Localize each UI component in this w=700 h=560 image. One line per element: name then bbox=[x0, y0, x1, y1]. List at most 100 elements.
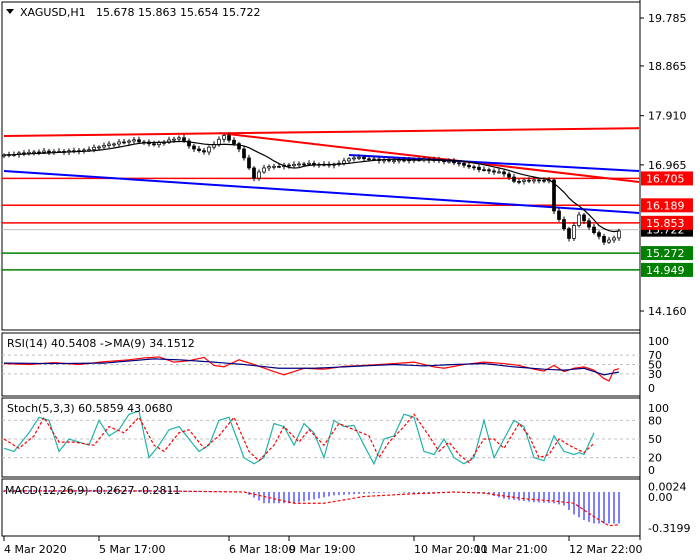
candle-body bbox=[527, 179, 531, 182]
candle-body bbox=[342, 160, 346, 164]
candle-body bbox=[462, 162, 466, 166]
candle-body bbox=[497, 171, 501, 174]
candle-body bbox=[92, 146, 96, 150]
candle-body bbox=[617, 230, 621, 239]
candle-body bbox=[262, 167, 266, 173]
candle-body bbox=[287, 164, 291, 167]
indicator-tick-label: 20 bbox=[648, 452, 662, 465]
price-tick-label: 14.160 bbox=[648, 305, 687, 318]
candle-body bbox=[572, 225, 576, 239]
candle-body bbox=[602, 235, 606, 243]
candle-body bbox=[607, 239, 611, 243]
candle-body bbox=[47, 150, 51, 153]
candle-body bbox=[217, 138, 221, 145]
time-tick-label: 5 Mar 17:00 bbox=[99, 543, 165, 556]
indicator-tick-label: 100 bbox=[648, 402, 669, 415]
candle-body bbox=[292, 164, 296, 167]
price-tick-label: 17.910 bbox=[648, 110, 687, 123]
candle-body bbox=[587, 220, 591, 228]
candle-body bbox=[272, 165, 276, 168]
candle-body bbox=[97, 146, 101, 149]
candle-body bbox=[492, 170, 496, 173]
candle-body bbox=[532, 179, 536, 182]
candle-body bbox=[347, 158, 351, 162]
candle-body bbox=[177, 137, 181, 140]
candle-body bbox=[297, 163, 301, 166]
candle-body bbox=[232, 139, 236, 144]
rsi-legend: RSI(14) 40.5408 ->MA(9) 34.1512 bbox=[7, 337, 195, 350]
candle-body bbox=[277, 165, 281, 168]
candle-body bbox=[577, 214, 581, 226]
candle-body bbox=[227, 135, 231, 141]
candle-body bbox=[172, 138, 176, 141]
candle-body bbox=[137, 139, 141, 143]
candle-body bbox=[592, 226, 596, 233]
indicator-tick-label: 100 bbox=[648, 335, 669, 348]
candle-body bbox=[502, 171, 506, 175]
candle-body bbox=[557, 210, 561, 220]
candle-body bbox=[242, 148, 246, 159]
candle-body bbox=[392, 160, 396, 162]
candle-body bbox=[567, 228, 571, 239]
candle-body bbox=[247, 157, 251, 169]
indicator-tick-label: 0.00 bbox=[648, 491, 673, 504]
candle-body bbox=[472, 166, 476, 169]
candle-body bbox=[537, 179, 541, 182]
candle-body bbox=[222, 135, 226, 140]
ohlc-low: 15.654 bbox=[180, 6, 219, 19]
candle-body bbox=[132, 139, 136, 142]
candle-body bbox=[197, 148, 201, 151]
stoch-legend: Stoch(5,3,3) 60.5859 43.0680 bbox=[7, 402, 173, 415]
candle-body bbox=[517, 181, 521, 183]
candle-body bbox=[467, 164, 471, 168]
candle-body bbox=[522, 179, 526, 182]
indicator-tick-label: 0 bbox=[648, 464, 655, 477]
candle-body bbox=[512, 176, 516, 182]
candle-body bbox=[102, 145, 106, 148]
candle-body bbox=[127, 140, 131, 143]
time-tick-label: 4 Mar 2020 bbox=[4, 543, 67, 556]
indicator-tick-label: 50 bbox=[648, 433, 662, 446]
candle-body bbox=[362, 156, 366, 160]
candle-body bbox=[157, 142, 161, 145]
candle-body bbox=[182, 137, 186, 142]
candle-body bbox=[612, 237, 616, 241]
candle-body bbox=[192, 145, 196, 150]
price-level-tag-label: 15.272 bbox=[646, 247, 685, 260]
candle-body bbox=[32, 151, 36, 154]
candle-body bbox=[442, 160, 446, 163]
candle-body bbox=[457, 162, 461, 165]
candle-body bbox=[452, 160, 456, 164]
candle-body bbox=[357, 156, 361, 159]
time-tick-label: 9 Mar 19:00 bbox=[289, 543, 355, 556]
candle-body bbox=[307, 162, 311, 165]
price-tick-label: 19.785 bbox=[648, 12, 687, 25]
indicator-tick-label: 80 bbox=[648, 414, 662, 427]
price-level-tag-label: 16.705 bbox=[646, 172, 685, 185]
ohlc-close: 15.722 bbox=[222, 6, 261, 19]
candle-body bbox=[267, 166, 271, 169]
candle-body bbox=[582, 214, 586, 222]
price-tick-label: 16.965 bbox=[648, 159, 687, 172]
candle-body bbox=[107, 143, 111, 146]
candle-body bbox=[507, 173, 511, 178]
candle-body bbox=[257, 171, 261, 179]
price-level-tag-label: 16.189 bbox=[646, 199, 685, 212]
price-level-tag-label: 15.853 bbox=[646, 217, 685, 230]
candle-body bbox=[207, 146, 211, 153]
candle-body bbox=[397, 159, 401, 162]
indicator-tick-label: -0.3199 bbox=[648, 522, 690, 535]
candle-body bbox=[122, 141, 126, 144]
candle-body bbox=[562, 219, 566, 229]
indicator-tick-label: 30 bbox=[648, 368, 662, 381]
ohlc-high: 15.863 bbox=[138, 6, 177, 19]
candle-body bbox=[387, 159, 391, 162]
time-tick-label: 12 Mar 22:00 bbox=[569, 543, 642, 556]
candle-body bbox=[597, 232, 601, 237]
price-tick-label: 18.865 bbox=[648, 60, 687, 73]
candle-body bbox=[477, 166, 481, 170]
candle-body bbox=[117, 141, 121, 145]
indicator-tick-label: 0 bbox=[648, 382, 655, 395]
time-tick-label: 11 Mar 21:00 bbox=[474, 543, 547, 556]
candle-body bbox=[367, 158, 371, 161]
